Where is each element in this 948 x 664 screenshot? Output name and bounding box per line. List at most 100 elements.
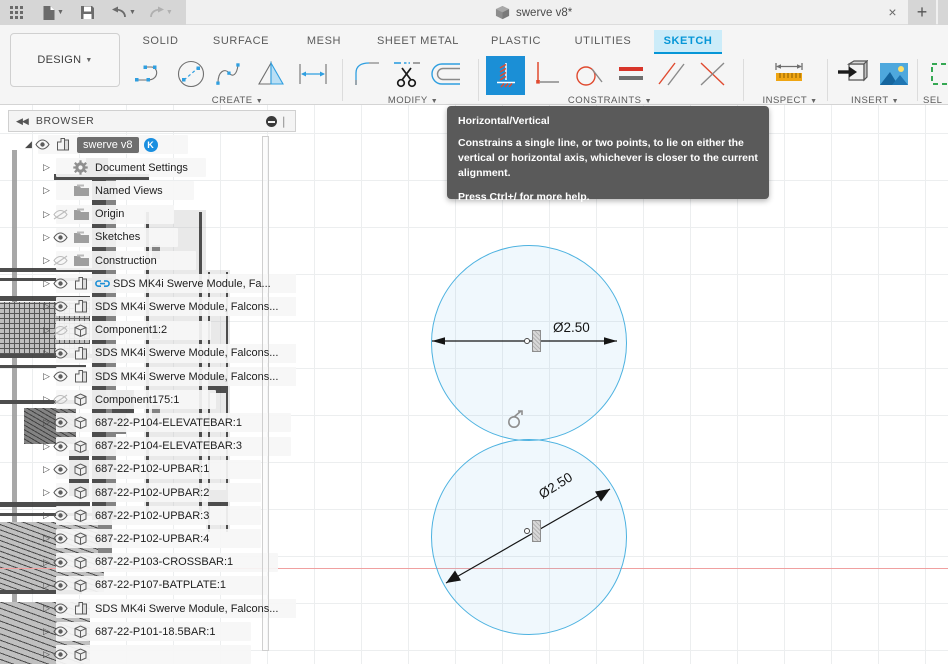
circle-tool-button[interactable] [172, 55, 210, 93]
tree-item-label[interactable]: Named Views [95, 185, 168, 197]
expand-arrow-icon[interactable]: ▷ [40, 348, 53, 359]
visibility-off-icon[interactable] [53, 255, 73, 266]
tangent-tool-button[interactable] [570, 55, 608, 93]
browser-tree-item[interactable]: ▷ SDS MK4i Swerve Module, Falcons... [8, 342, 296, 365]
line-tool-button[interactable] [132, 55, 170, 93]
ribbon-group-inspect-label[interactable]: INSPECT ▼ [752, 95, 828, 106]
tab-surface[interactable]: SURFACE [202, 30, 280, 52]
tree-item-label[interactable]: Component175:1 [95, 394, 184, 406]
visibility-on-icon[interactable] [53, 626, 73, 637]
parallel-tool-button[interactable] [652, 55, 690, 93]
browser-tree-item[interactable]: ▷ Named Views [8, 179, 194, 202]
visibility-on-icon[interactable] [53, 464, 73, 475]
browser-tree-item[interactable]: ▷ SDS MK4i Swerve Module, Fa... [8, 272, 296, 295]
expand-arrow-icon[interactable]: ▷ [40, 580, 53, 591]
browser-tree-item[interactable]: ▷ Sketches [8, 226, 178, 249]
dimension-value-top[interactable]: Ø2.50 [553, 320, 590, 335]
expand-arrow-icon[interactable]: ▷ [40, 301, 53, 312]
browser-tree-item[interactable]: ▷ 687-22-P102-UPBAR:3 [8, 504, 261, 527]
visibility-on-icon[interactable] [53, 441, 73, 452]
selection-filter-button[interactable] [923, 55, 948, 93]
expand-arrow-icon[interactable]: ▷ [40, 162, 53, 173]
sketch-dimension-tool-button[interactable] [294, 55, 332, 93]
visibility-off-icon[interactable] [53, 394, 73, 405]
tree-item-label[interactable]: 687-22-P104-ELEVATEBAR:3 [95, 440, 247, 452]
browser-tree-item[interactable]: ▷ Origin [8, 203, 174, 226]
dimension-anchor-dot-top[interactable] [524, 338, 530, 344]
workspace-selector-button[interactable]: DESIGN ▼ [10, 33, 120, 87]
spline-tool-button[interactable] [212, 55, 250, 93]
visibility-on-icon[interactable] [53, 278, 73, 289]
tab-bar-overflow[interactable] [938, 0, 948, 25]
ribbon-group-modify-label[interactable]: MODIFY ▼ [348, 95, 478, 106]
diameter-dimension-line-top[interactable] [420, 330, 640, 352]
browser-tree-item[interactable]: ▷ 687-22-P102-UPBAR:2 [8, 481, 261, 504]
tree-item-label[interactable]: 687-22-P107-BATPLATE:1 [95, 579, 231, 591]
tree-item-label[interactable]: Origin [95, 208, 129, 220]
tree-item-label[interactable]: 687-22-P104-ELEVATEBAR:1 [95, 417, 247, 429]
tree-item-label[interactable]: 687-22-P101-18.5BAR:1 [95, 626, 220, 638]
browser-tree-item[interactable]: ▷ 687-22-P103-CROSSBAR:1 [8, 551, 278, 574]
visibility-on-icon[interactable] [53, 348, 73, 359]
mirror-tool-button[interactable] [252, 55, 290, 93]
new-file-button[interactable]: ▼ [39, 0, 67, 25]
tree-item-label[interactable]: 687-22-P102-UPBAR:3 [95, 510, 214, 522]
expand-arrow-icon[interactable]: ▷ [40, 533, 53, 544]
browser-tree-item[interactable]: ▷ Component175:1 [8, 388, 216, 411]
tree-item-label[interactable]: 687-22-P102-UPBAR:4 [95, 533, 214, 545]
measure-tool-button[interactable] [770, 55, 808, 93]
visibility-on-icon[interactable] [53, 557, 73, 568]
tree-item-label[interactable]: SDS MK4i Swerve Module, Falcons... [95, 603, 283, 615]
tab-mesh[interactable]: MESH [295, 30, 353, 52]
dimension-drag-handle-top[interactable] [532, 330, 541, 352]
browser-root-item[interactable]: ◢ swerve v8 K [8, 133, 188, 156]
browser-tree-item[interactable]: ▷ SDS MK4i Swerve Module, Falcons... [8, 295, 296, 318]
browser-tree-item[interactable]: ▷ 687-22-P104-ELEVATEBAR:1 [8, 411, 291, 434]
expand-arrow-icon[interactable]: ▷ [40, 325, 53, 336]
visibility-on-icon[interactable] [53, 649, 73, 660]
visibility-on-icon[interactable] [53, 301, 73, 312]
ribbon-group-constraints-label[interactable]: CONSTRAINTS ▼ [486, 95, 734, 106]
redo-caret-icon[interactable]: ▼ [166, 9, 173, 16]
visibility-on-icon[interactable] [53, 510, 73, 521]
tree-item-label[interactable]: Document Settings [95, 162, 193, 174]
expand-arrow-icon[interactable]: ▷ [40, 464, 53, 475]
expand-arrow-icon[interactable]: ◢ [22, 139, 35, 150]
visibility-off-icon[interactable] [53, 209, 73, 220]
visibility-on-icon[interactable] [53, 487, 73, 498]
dimension-drag-handle-bottom[interactable] [532, 520, 541, 542]
tree-item-label[interactable]: 687-22-P102-UPBAR:1 [95, 463, 214, 475]
tree-item-label[interactable]: SDS MK4i Swerve Module, Falcons... [95, 347, 283, 359]
midpoint-tool-button[interactable] [694, 55, 732, 93]
expand-arrow-icon[interactable]: ▷ [40, 371, 53, 382]
redo-button[interactable]: ▼ [145, 0, 176, 25]
browser-tree-item[interactable]: ▷ 687-22-P101-18.5BAR:1 [8, 620, 251, 643]
browser-tree-item[interactable]: ▷ Construction [8, 249, 196, 272]
expand-arrow-icon[interactable]: ▷ [40, 209, 53, 220]
browser-options-icon[interactable] [266, 116, 277, 127]
tree-item-label[interactable]: SDS MK4i Swerve Module, Falcons... [95, 371, 283, 383]
undo-caret-icon[interactable]: ▼ [129, 9, 136, 16]
browser-tree[interactable]: ◢ swerve v8 K ▷ Document Settings ▷ Named View… [8, 133, 296, 664]
undo-button[interactable]: ▼ [108, 0, 139, 25]
dimension-anchor-dot-bottom[interactable] [524, 528, 530, 534]
ribbon-group-create-label[interactable]: CREATE ▼ [130, 95, 345, 106]
expand-arrow-icon[interactable]: ▷ [40, 649, 53, 660]
browser-tree-item[interactable]: ▷ 687-22-P102-UPBAR:1 [8, 458, 261, 481]
expand-arrow-icon[interactable]: ▷ [40, 557, 53, 568]
expand-arrow-icon[interactable]: ▷ [40, 185, 53, 196]
expand-arrow-icon[interactable]: ▷ [40, 626, 53, 637]
tab-utilities[interactable]: UTILITIES [562, 30, 644, 52]
close-tab-button[interactable]: × [884, 4, 901, 21]
expand-arrow-icon[interactable]: ▷ [40, 394, 53, 405]
visibility-on-icon[interactable] [53, 533, 73, 544]
tree-item-label[interactable]: swerve v8 [77, 136, 139, 153]
equal-tool-button[interactable] [612, 55, 650, 93]
visibility-on-icon[interactable] [35, 139, 55, 150]
visibility-on-icon[interactable] [53, 417, 73, 428]
visibility-on-icon[interactable] [53, 371, 73, 382]
visibility-on-icon[interactable] [53, 580, 73, 591]
browser-resize-grip[interactable]: ❘ [279, 115, 289, 128]
expand-arrow-icon[interactable]: ▷ [40, 510, 53, 521]
expand-arrow-icon[interactable]: ▷ [40, 417, 53, 428]
